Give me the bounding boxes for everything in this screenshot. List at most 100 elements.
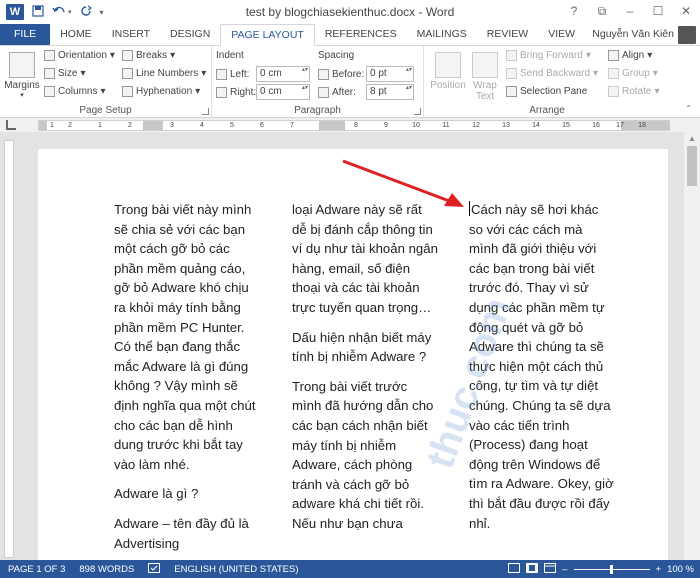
tab-page-layout[interactable]: PAGE LAYOUT: [220, 24, 315, 46]
wrap-text-button[interactable]: Wrap Text: [470, 52, 500, 102]
scroll-up-icon[interactable]: ▲: [688, 134, 696, 143]
ruler-number: 15: [562, 122, 570, 129]
bring-forward-icon: [506, 50, 517, 61]
wrap-text-label-line2: Text: [475, 91, 495, 102]
indent-left-icon: [216, 68, 227, 80]
send-backward-icon: [506, 68, 517, 79]
tab-file[interactable]: FILE: [0, 24, 51, 45]
spacing-before-field: Before: 0 pt: [318, 66, 414, 82]
ribbon-display-icon[interactable]: ⧉: [588, 0, 616, 24]
redo-icon[interactable]: [80, 5, 92, 20]
indent-right-icon: [216, 86, 227, 98]
paragraph-text: Cách này sẽ hơi khác so với các cách mà …: [469, 202, 614, 531]
tab-home[interactable]: HOME: [50, 24, 102, 45]
ruler-number: 13: [502, 122, 510, 129]
spacing-before-label: Before:: [332, 68, 365, 80]
rotate-button[interactable]: Rotate ▾: [608, 86, 660, 97]
ruler-number: 16: [592, 122, 600, 129]
language-status[interactable]: ENGLISH (UNITED STATES): [174, 564, 298, 575]
zoom-in-button[interactable]: +: [656, 564, 662, 575]
print-layout-icon[interactable]: [526, 562, 539, 576]
ruler-number: 12: [472, 122, 480, 129]
tab-view[interactable]: VIEW: [538, 24, 585, 45]
paragraph: Trong bài viết này mình sẽ chia sẻ với c…: [114, 202, 256, 472]
horizontal-ruler[interactable]: 1 2 1 2 3 4 5 6 7 8 9 10 11 12 13 14 15 …: [38, 120, 670, 131]
align-button[interactable]: Align ▾: [608, 50, 652, 61]
vertical-ruler[interactable]: [4, 140, 14, 558]
collapse-ribbon-icon[interactable]: ⌃: [685, 104, 692, 113]
size-button[interactable]: Size ▾: [44, 68, 85, 79]
paragraph-launcher-icon[interactable]: [414, 108, 421, 115]
customize-qat-icon[interactable]: ▾: [100, 8, 104, 17]
hyphenation-button[interactable]: Hyphenation ▾: [122, 86, 200, 97]
zoom-level[interactable]: 100 %: [667, 564, 694, 575]
group-button[interactable]: Group ▾: [608, 68, 658, 79]
spacing-after-label: After:: [332, 86, 356, 98]
margins-button[interactable]: Margins ▾: [4, 52, 40, 99]
hyphenation-label: Hyphenation: [136, 86, 193, 97]
breaks-button[interactable]: Breaks ▾: [122, 50, 175, 61]
size-icon: [44, 68, 55, 79]
page-setup-group: Margins ▾ Orientation ▾ Size ▾ Columns ▾…: [0, 46, 212, 118]
text-cursor: [469, 201, 470, 216]
help-icon[interactable]: ?: [560, 0, 588, 24]
paragraph: Adware – tên đầy đủ là Advertising: [114, 515, 249, 551]
ruler-column-gap-2: [319, 121, 345, 130]
selection-pane-button[interactable]: Selection Pane: [506, 86, 587, 97]
page-setup-launcher-icon[interactable]: [202, 108, 209, 115]
arrange-group: Position Wrap Text Bring Forward ▾ Send …: [424, 46, 670, 118]
maximize-button[interactable]: ☐: [644, 0, 672, 24]
spacing-after-input[interactable]: 8 pt: [366, 84, 414, 100]
document-page[interactable]: Trong bài viết này mình sẽ chia sẻ với c…: [38, 149, 668, 569]
rotate-icon: [608, 86, 619, 97]
scroll-thumb[interactable]: [687, 146, 697, 186]
tab-insert[interactable]: INSERT: [102, 24, 160, 45]
chevron-down-icon: ▾: [20, 92, 24, 99]
read-mode-icon[interactable]: [508, 562, 521, 576]
bring-forward-label: Bring Forward: [520, 50, 583, 61]
word-count[interactable]: 898 WORDS: [79, 564, 134, 575]
ruler-number: 2: [68, 122, 72, 129]
minimize-button[interactable]: –: [616, 0, 644, 24]
line-numbers-button[interactable]: Line Numbers ▾: [122, 68, 206, 79]
spacing-before-input[interactable]: 0 pt: [366, 66, 414, 82]
status-bar: PAGE 1 OF 3 898 WORDS ENGLISH (UNITED ST…: [0, 560, 700, 578]
margins-icon: [9, 52, 35, 78]
document-column-2: loại Adware này sẽ rất dễ bị đánh cắp th…: [292, 200, 438, 544]
undo-icon[interactable]: [52, 5, 66, 20]
columns-button[interactable]: Columns ▾: [44, 86, 106, 97]
zoom-slider[interactable]: [573, 564, 650, 574]
indent-left-field: Left: 0 cm: [216, 66, 310, 82]
undo-dropdown-icon[interactable]: ▾: [68, 8, 72, 16]
orientation-button[interactable]: Orientation ▾: [44, 50, 115, 61]
tab-review[interactable]: REVIEW: [477, 24, 538, 45]
zoom-slider-knob[interactable]: [609, 564, 613, 574]
word-logo-icon[interactable]: W: [6, 4, 24, 20]
avatar[interactable]: [678, 26, 696, 44]
send-backward-button[interactable]: Send Backward ▾: [506, 68, 598, 79]
arrange-label: Arrange: [529, 105, 565, 116]
title-bar: W ▾ ▾ test by blogchiasekienthuc.docx - …: [0, 0, 700, 24]
indent-left-input[interactable]: 0 cm: [256, 66, 310, 82]
page-count[interactable]: PAGE 1 OF 3: [8, 564, 65, 575]
web-layout-icon[interactable]: [544, 562, 557, 576]
close-button[interactable]: ✕: [672, 0, 700, 24]
proofing-icon[interactable]: [148, 562, 161, 576]
ribbon-tabs: FILE HOME INSERT DESIGN PAGE LAYOUT REFE…: [0, 24, 700, 46]
tab-mailings[interactable]: MAILINGS: [407, 24, 477, 45]
indent-right-input[interactable]: 0 cm: [256, 84, 310, 100]
zoom-out-button[interactable]: –: [562, 564, 567, 575]
tab-selector-icon[interactable]: [6, 120, 16, 130]
indent-label: Indent: [216, 50, 244, 61]
spacing-before-icon: [318, 68, 329, 80]
hyphenation-icon: [122, 86, 133, 97]
vertical-scrollbar[interactable]: ▲: [684, 132, 700, 560]
tab-references[interactable]: REFERENCES: [315, 24, 407, 45]
ruler-number: 7: [290, 122, 294, 129]
paragraph: Cách này sẽ hơi khác so với các cách mà …: [469, 200, 615, 533]
tab-design[interactable]: DESIGN: [160, 24, 220, 45]
save-icon[interactable]: [32, 4, 44, 20]
bring-forward-button[interactable]: Bring Forward ▾: [506, 50, 591, 61]
position-button[interactable]: Position: [430, 52, 466, 91]
user-name[interactable]: Nguyễn Văn Kiên: [592, 28, 674, 40]
